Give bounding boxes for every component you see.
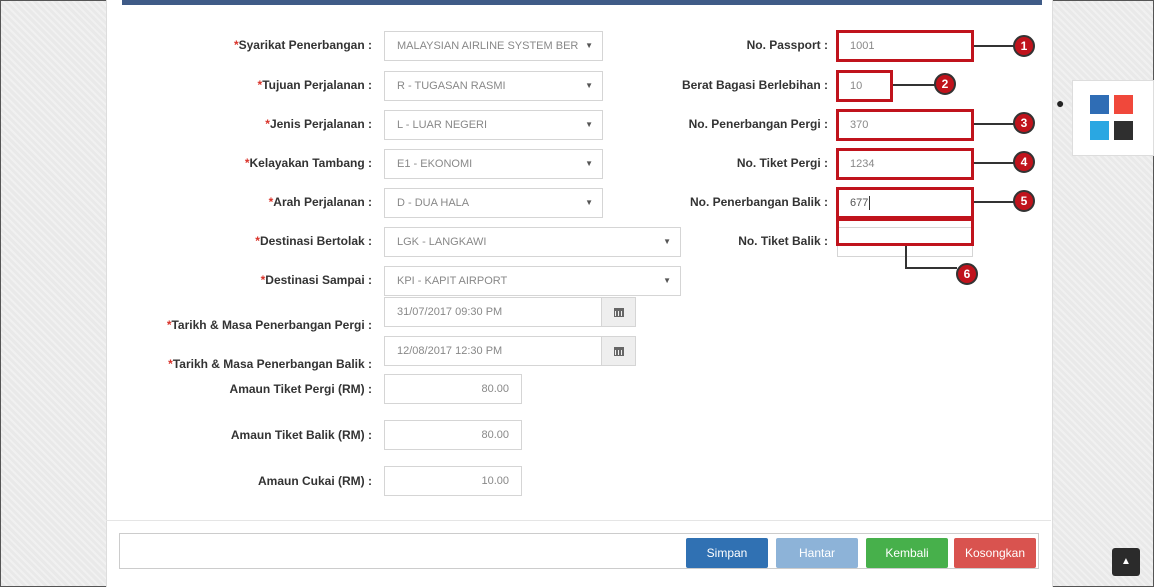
input-amaun-tiket-pergi[interactable]: 80.00 xyxy=(384,374,522,404)
highlight-box-2 xyxy=(836,70,893,102)
label-no-penerbangan-pergi: No. Penerbangan Pergi : xyxy=(688,117,828,131)
calendar-button-balik[interactable] xyxy=(601,336,636,366)
connector-line-3 xyxy=(974,123,1014,125)
highlight-box-1 xyxy=(836,30,974,62)
label-syarikat-penerbangan: *Syarikat Penerbangan : xyxy=(233,38,372,52)
swatch-red[interactable] xyxy=(1114,95,1133,114)
calendar-icon xyxy=(613,307,624,317)
input-amaun-tiket-balik[interactable]: 80.00 xyxy=(384,420,522,450)
caret-down-icon: ▼ xyxy=(663,237,671,246)
connector-line-2 xyxy=(893,84,935,86)
callout-3: 3 xyxy=(1013,112,1035,134)
caret-down-icon: ▼ xyxy=(585,198,593,207)
highlight-box-5 xyxy=(836,187,974,219)
label-destinasi-bertolak: *Destinasi Bertolak : xyxy=(255,234,372,248)
label-berat-bagasi: Berat Bagasi Berlebihan : xyxy=(681,78,828,92)
callout-6: 6 xyxy=(956,263,978,285)
calendar-button-pergi[interactable] xyxy=(601,297,636,327)
caret-down-icon: ▼ xyxy=(585,41,593,50)
select-kelayakan-tambang[interactable]: E1 - EKONOMI ▼ xyxy=(384,149,603,179)
connector-line-4 xyxy=(974,162,1014,164)
swatch-black[interactable] xyxy=(1114,121,1133,140)
select-jenis-perjalanan[interactable]: L - LUAR NEGERI ▼ xyxy=(384,110,603,140)
select-tujuan-perjalanan[interactable]: R - TUGASAN RASMI ▼ xyxy=(384,71,603,101)
callout-1: 1 xyxy=(1013,35,1035,57)
callout-5: 5 xyxy=(1013,190,1035,212)
label-tarikh-balik: *Tarikh & Masa Penerbangan Balik : xyxy=(168,357,372,371)
form-separator xyxy=(106,520,1051,521)
connector-line-1 xyxy=(974,45,1014,47)
select-destinasi-bertolak[interactable]: LGK - LANGKAWI ▼ xyxy=(384,227,681,257)
label-tarikh-pergi: *Tarikh & Masa Penerbangan Pergi : xyxy=(166,318,372,332)
label-arah-perjalanan: *Arah Perjalanan : xyxy=(268,195,372,209)
connector-line-5 xyxy=(974,201,1014,203)
input-amaun-cukai[interactable]: 10.00 xyxy=(384,466,522,496)
hantar-button[interactable]: Hantar xyxy=(776,538,858,568)
caret-down-icon: ▼ xyxy=(663,276,671,285)
caret-down-icon: ▼ xyxy=(585,159,593,168)
label-no-tiket-balik: No. Tiket Balik : xyxy=(738,234,828,248)
chevron-up-icon: ▲ xyxy=(1121,556,1131,567)
panel-top-bar xyxy=(122,0,1042,5)
drop-icon[interactable]: ● xyxy=(1056,95,1064,111)
highlight-box-3 xyxy=(836,109,974,141)
select-destinasi-sampai[interactable]: KPI - KAPIT AIRPORT ▼ xyxy=(384,266,681,296)
select-syarikat-penerbangan[interactable]: MALAYSIAN AIRLINE SYSTEM BER ▼ xyxy=(384,31,603,61)
date-tarikh-pergi[interactable]: 31/07/2017 09:30 PM xyxy=(384,297,602,327)
label-amaun-tiket-pergi: Amaun Tiket Pergi (RM) : xyxy=(229,382,372,396)
label-no-penerbangan-balik: No. Penerbangan Balik : xyxy=(689,195,828,209)
caret-down-icon: ▼ xyxy=(585,120,593,129)
kosongkan-button[interactable]: Kosongkan xyxy=(954,538,1036,568)
connector-line-6b xyxy=(905,267,957,269)
date-tarikh-balik[interactable]: 12/08/2017 12:30 PM xyxy=(384,336,602,366)
label-no-passport: No. Passport : xyxy=(746,38,828,52)
calendar-icon xyxy=(613,346,624,356)
label-jenis-perjalanan: *Jenis Perjalanan : xyxy=(265,117,372,131)
swatch-lightblue[interactable] xyxy=(1090,121,1109,140)
highlight-box-6 xyxy=(836,218,974,246)
label-kelayakan-tambang: *Kelayakan Tambang : xyxy=(244,156,372,170)
callout-4: 4 xyxy=(1013,151,1035,173)
highlight-box-4 xyxy=(836,148,974,180)
kembali-button[interactable]: Kembali xyxy=(866,538,948,568)
theme-color-panel xyxy=(1072,80,1154,156)
simpan-button[interactable]: Simpan xyxy=(686,538,768,568)
label-amaun-cukai: Amaun Cukai (RM) : xyxy=(258,474,372,488)
caret-down-icon: ▼ xyxy=(585,81,593,90)
swatch-blue[interactable] xyxy=(1090,95,1109,114)
connector-line-6a xyxy=(905,246,907,268)
label-amaun-tiket-balik: Amaun Tiket Balik (RM) : xyxy=(230,428,372,442)
label-no-tiket-pergi: No. Tiket Pergi : xyxy=(736,156,828,170)
scroll-top-button[interactable]: ▲ xyxy=(1112,548,1140,576)
select-arah-perjalanan[interactable]: D - DUA HALA ▼ xyxy=(384,188,603,218)
label-destinasi-sampai: *Destinasi Sampai : xyxy=(260,273,372,287)
callout-2: 2 xyxy=(934,73,956,95)
label-tujuan-perjalanan: *Tujuan Perjalanan : xyxy=(257,78,372,92)
